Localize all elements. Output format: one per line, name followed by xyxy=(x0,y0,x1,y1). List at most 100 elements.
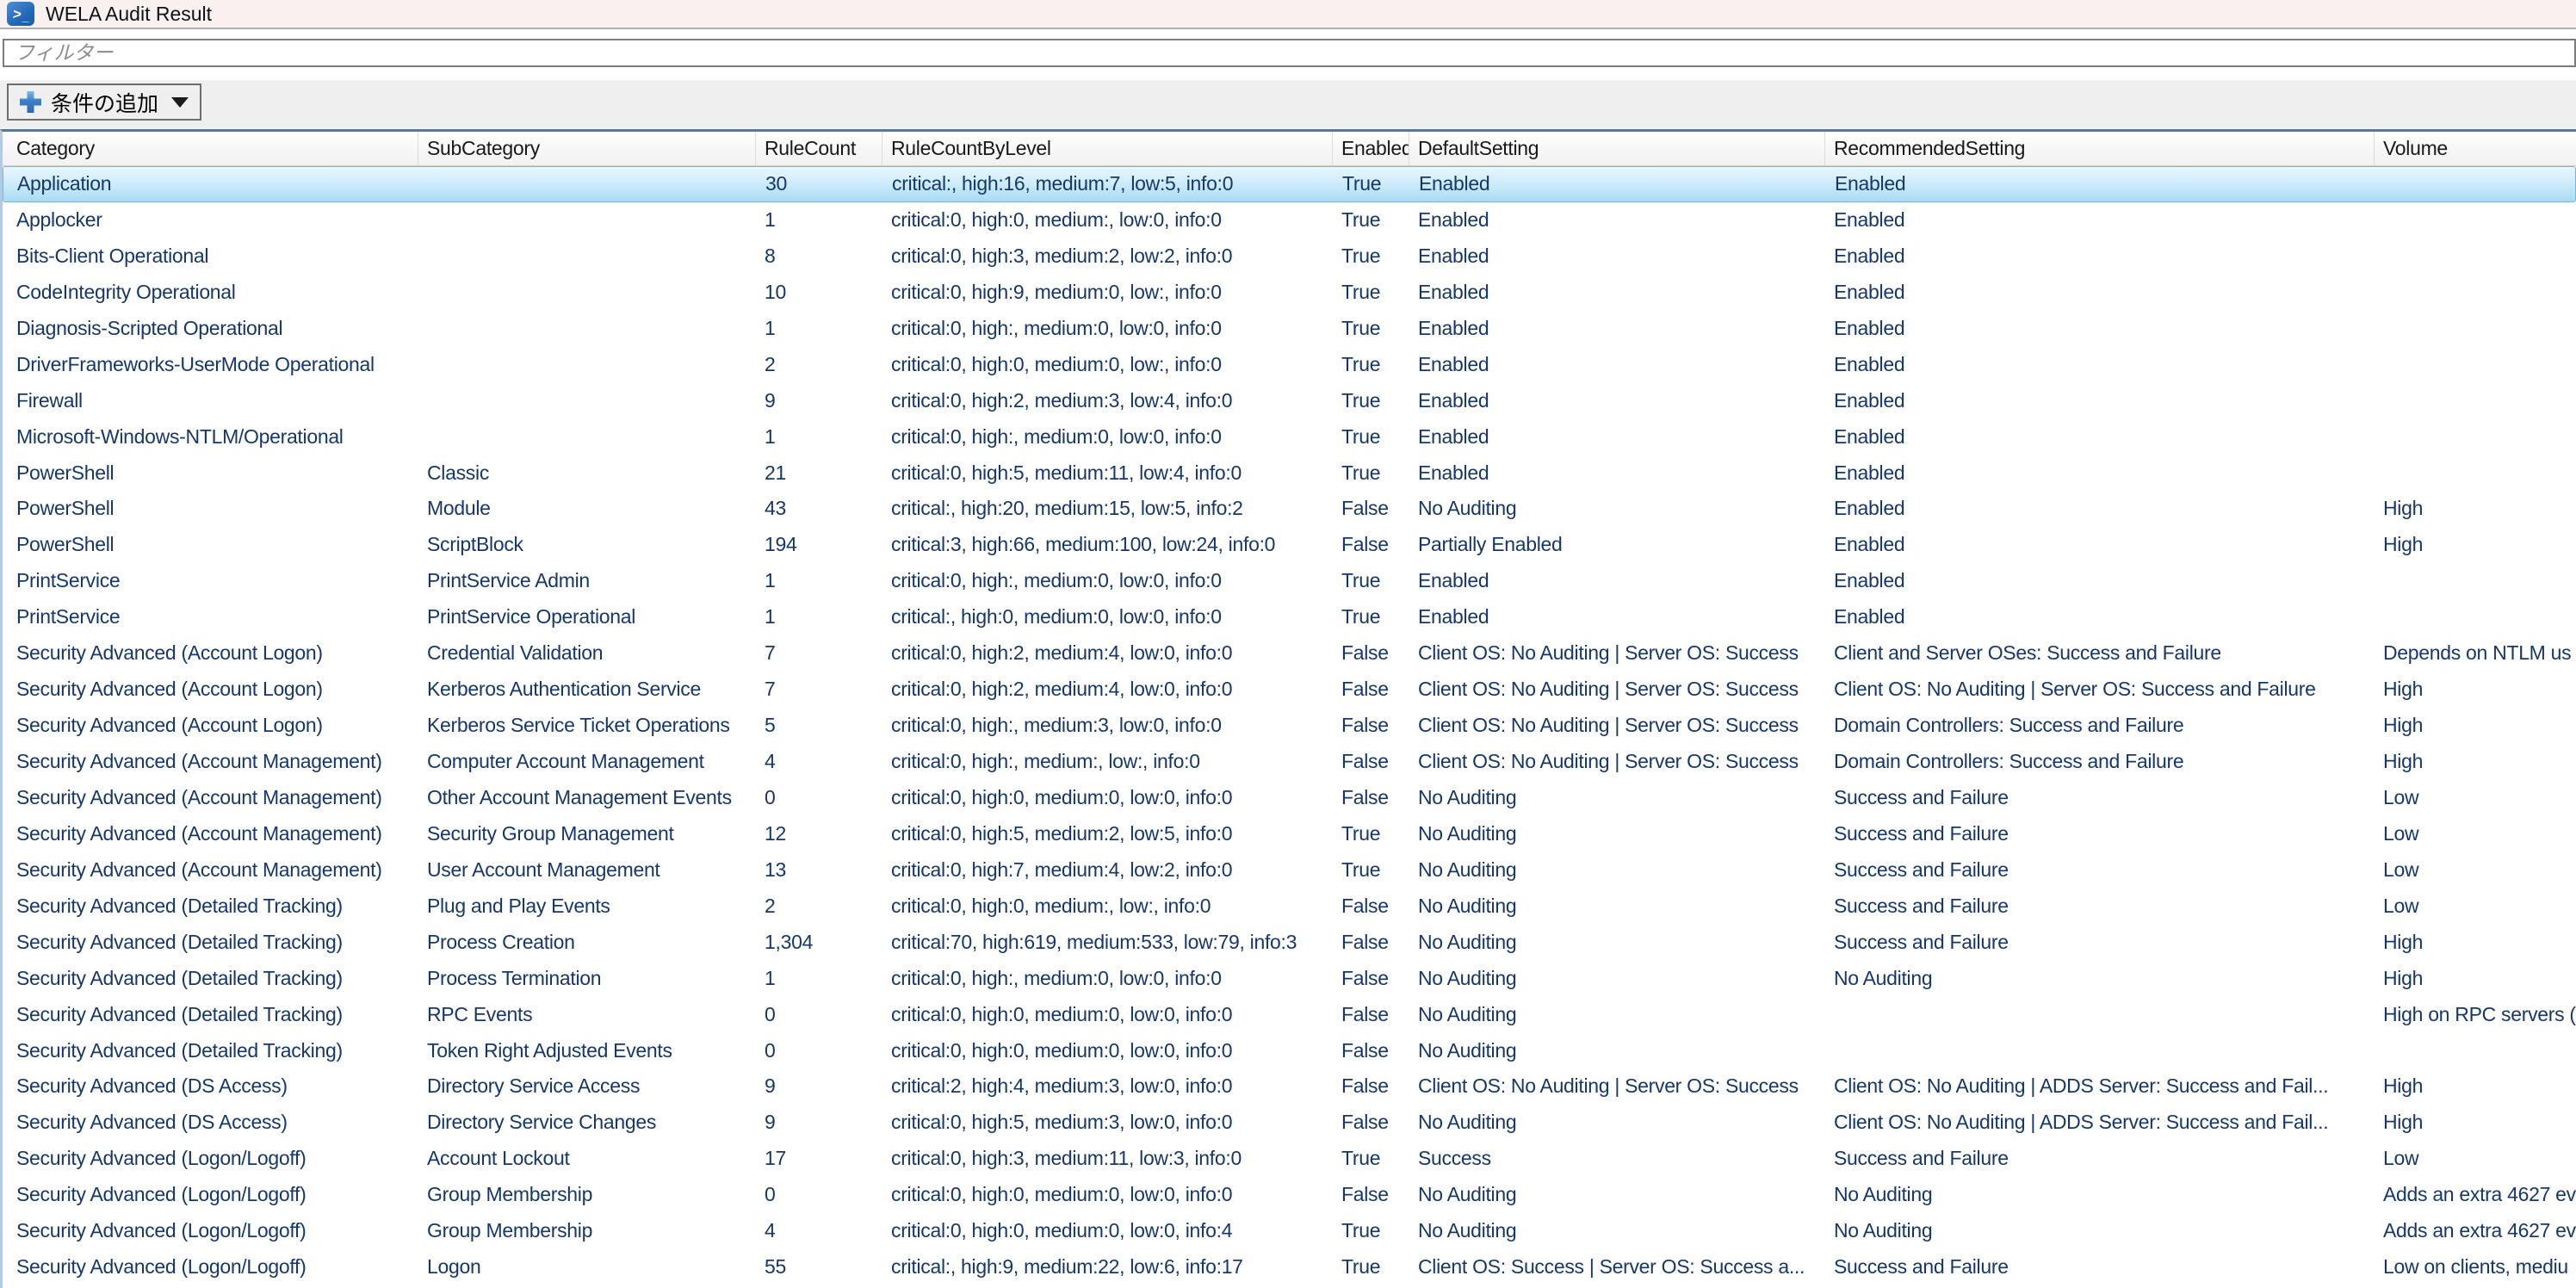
cell-subcategory: Module xyxy=(418,491,756,527)
cell-recommendedsetting: Success and Failure xyxy=(1825,1141,2375,1177)
cell-enabled: False xyxy=(1333,744,1409,780)
cell-recommendedsetting xyxy=(1825,997,2375,1033)
table-row[interactable]: Security Advanced (Detailed Tracking)Plu… xyxy=(3,889,2576,925)
table-row[interactable]: Security Advanced (Logon/Logoff)Group Me… xyxy=(3,1213,2576,1249)
cell-defaultsetting: Enabled xyxy=(1409,383,1825,419)
cell-defaultsetting: No Auditing xyxy=(1409,997,1825,1033)
cell-volume: High xyxy=(2375,527,2576,563)
table-row[interactable]: Security Advanced (Detailed Tracking)Pro… xyxy=(3,961,2576,997)
cell-recommendedsetting: Domain Controllers: Success and Failure xyxy=(1825,744,2375,780)
table-row[interactable]: PowerShellClassic21critical:0, high:5, m… xyxy=(3,455,2576,492)
cell-category: Security Advanced (Detailed Tracking) xyxy=(3,1033,418,1069)
cell-enabled: False xyxy=(1333,635,1409,672)
cell-rulecountbylevel: critical:0, high:3, medium:2, low:2, inf… xyxy=(882,238,1333,275)
table-row[interactable]: Security Advanced (Account Management)Se… xyxy=(3,816,2576,852)
cell-enabled: True xyxy=(1333,419,1409,455)
cell-enabled: True xyxy=(1333,852,1409,889)
column-header-subcategory[interactable]: SubCategory xyxy=(418,132,756,165)
table-row[interactable]: CodeIntegrity Operational10critical:0, h… xyxy=(3,275,2576,311)
table-row[interactable]: PowerShellScriptBlock194critical:3, high… xyxy=(3,527,2576,563)
column-header-rulecount[interactable]: RuleCount xyxy=(756,132,882,165)
cell-rulecount: 1 xyxy=(756,202,882,238)
cell-subcategory xyxy=(418,275,756,311)
cell-recommendedsetting: Enabled xyxy=(1825,455,2375,492)
cell-rulecountbylevel: critical:0, high:2, medium:4, low:0, inf… xyxy=(882,672,1333,708)
cell-recommendedsetting xyxy=(1825,1033,2375,1069)
cell-defaultsetting: Enabled xyxy=(1409,455,1825,492)
table-row[interactable]: Firewall9critical:0, high:2, medium:3, l… xyxy=(3,383,2576,419)
table-row[interactable]: DriverFrameworks-UserMode Operational2cr… xyxy=(3,347,2576,383)
table-row[interactable]: Applocker1critical:0, high:0, medium:, l… xyxy=(3,202,2576,238)
cell-recommendedsetting: Success and Failure xyxy=(1825,816,2375,852)
cell-rulecount: 9 xyxy=(756,1068,882,1105)
cell-rulecountbylevel: critical:0, high:2, medium:3, low:4, inf… xyxy=(882,383,1333,419)
cell-category: Diagnosis-Scripted Operational xyxy=(3,311,418,347)
table-row[interactable]: Security Advanced (Logon/Logoff)Account … xyxy=(3,1141,2576,1177)
cell-rulecountbylevel: critical:0, high:, medium:0, low:0, info… xyxy=(882,419,1333,455)
cell-rulecount: 10 xyxy=(756,275,882,311)
cell-subcategory: Security Group Management xyxy=(418,816,756,852)
cell-defaultsetting: Client OS: No Auditing | Server OS: Succ… xyxy=(1409,744,1825,780)
cell-defaultsetting: Client OS: No Auditing | Server OS: Succ… xyxy=(1409,672,1825,708)
cell-rulecount: 9 xyxy=(756,1105,882,1141)
cell-category: DriverFrameworks-UserMode Operational xyxy=(3,347,418,383)
column-header-rulecountbylevel[interactable]: RuleCountByLevel xyxy=(882,132,1333,165)
cell-enabled: False xyxy=(1333,491,1409,527)
cell-rulecountbylevel: critical:0, high:, medium:0, low:0, info… xyxy=(882,961,1333,997)
cell-category: Security Advanced (Logon/Logoff) xyxy=(3,1213,418,1249)
table-row[interactable]: Security Advanced (DS Access)Directory S… xyxy=(3,1068,2576,1105)
filter-input[interactable] xyxy=(3,39,2576,67)
table-row[interactable]: PrintServicePrintService Operational1cri… xyxy=(3,599,2576,635)
table-row[interactable]: Security Advanced (Account Logon)Credent… xyxy=(3,635,2576,672)
cell-subcategory: ScriptBlock xyxy=(418,527,756,563)
cell-subcategory: Kerberos Authentication Service xyxy=(418,672,756,708)
table-row[interactable]: Security Advanced (DS Access)Directory S… xyxy=(3,1105,2576,1141)
column-header-volume[interactable]: Volume xyxy=(2375,132,2576,165)
add-criteria-button[interactable]: 条件の追加 xyxy=(7,84,201,121)
cell-rulecountbylevel: critical:, high:16, medium:7, low:5, inf… xyxy=(883,167,1334,201)
cell-category: Security Advanced (Detailed Tracking) xyxy=(3,997,418,1033)
chevron-down-icon xyxy=(171,97,189,108)
cell-volume: High xyxy=(2375,1068,2576,1105)
table-row[interactable]: Security Advanced (Account Management)Ot… xyxy=(3,780,2576,816)
column-header-defaultsetting[interactable]: DefaultSetting xyxy=(1409,132,1825,165)
column-header-category[interactable]: Category xyxy=(3,132,418,165)
table-row[interactable]: PowerShellModule43critical:, high:20, me… xyxy=(3,491,2576,527)
table-row[interactable]: Security Advanced (Logon/Logoff)Group Me… xyxy=(3,1177,2576,1213)
table-row[interactable]: Diagnosis-Scripted Operational1critical:… xyxy=(3,311,2576,347)
cell-volume xyxy=(2375,563,2576,599)
cell-rulecountbylevel: critical:0, high:, medium:0, low:0, info… xyxy=(882,311,1333,347)
cell-rulecountbylevel: critical:0, high:3, medium:11, low:3, in… xyxy=(882,1141,1333,1177)
cell-category: Security Advanced (Account Management) xyxy=(3,816,418,852)
cell-category: Security Advanced (Logon/Logoff) xyxy=(3,1249,418,1285)
cell-recommendedsetting: Enabled xyxy=(1825,275,2375,311)
table-row[interactable]: Security Advanced (Logon/Logoff)Logon55c… xyxy=(3,1249,2576,1285)
cell-subcategory: Credential Validation xyxy=(418,635,756,672)
table-row[interactable]: Microsoft-Windows-NTLM/Operational1criti… xyxy=(3,419,2576,455)
cell-recommendedsetting: Enabled xyxy=(1825,311,2375,347)
cell-defaultsetting: No Auditing xyxy=(1409,961,1825,997)
column-header-recommendedsetting[interactable]: RecommendedSetting xyxy=(1825,132,2375,165)
column-header-enabled[interactable]: Enabled xyxy=(1333,132,1409,165)
cell-subcategory: Process Creation xyxy=(418,925,756,961)
cell-defaultsetting: No Auditing xyxy=(1409,852,1825,889)
cell-enabled: True xyxy=(1333,383,1409,419)
table-row[interactable]: Application30critical:, high:16, medium:… xyxy=(3,166,2576,202)
cell-rulecountbylevel: critical:0, high:0, medium:, low:0, info… xyxy=(882,202,1333,238)
table-row[interactable]: Security Advanced (Detailed Tracking)RPC… xyxy=(3,997,2576,1033)
cell-category: Bits-Client Operational xyxy=(3,238,418,275)
table-row[interactable]: Security Advanced (Account Logon)Kerbero… xyxy=(3,708,2576,744)
cell-category: Security Advanced (Account Logon) xyxy=(3,708,418,744)
cell-rulecount: 8 xyxy=(756,238,882,275)
table-row[interactable]: PrintServicePrintService Admin1critical:… xyxy=(3,563,2576,599)
cell-rulecountbylevel: critical:0, high:0, medium:0, low:0, inf… xyxy=(882,1213,1333,1249)
table-row[interactable]: Security Advanced (Detailed Tracking)Tok… xyxy=(3,1033,2576,1069)
table-row[interactable]: Bits-Client Operational 8critical:0, high… xyxy=(3,238,2576,275)
cell-volume: Low xyxy=(2375,816,2576,852)
table-row[interactable]: Security Advanced (Account Management)Co… xyxy=(3,744,2576,780)
table-row[interactable]: Security Advanced (Account Logon)Kerbero… xyxy=(3,672,2576,708)
table-row[interactable]: Security Advanced (Account Management)Us… xyxy=(3,852,2576,889)
cell-enabled: False xyxy=(1333,1177,1409,1213)
table-row[interactable]: Security Advanced (Detailed Tracking)Pro… xyxy=(3,925,2576,961)
cell-enabled: False xyxy=(1333,780,1409,816)
